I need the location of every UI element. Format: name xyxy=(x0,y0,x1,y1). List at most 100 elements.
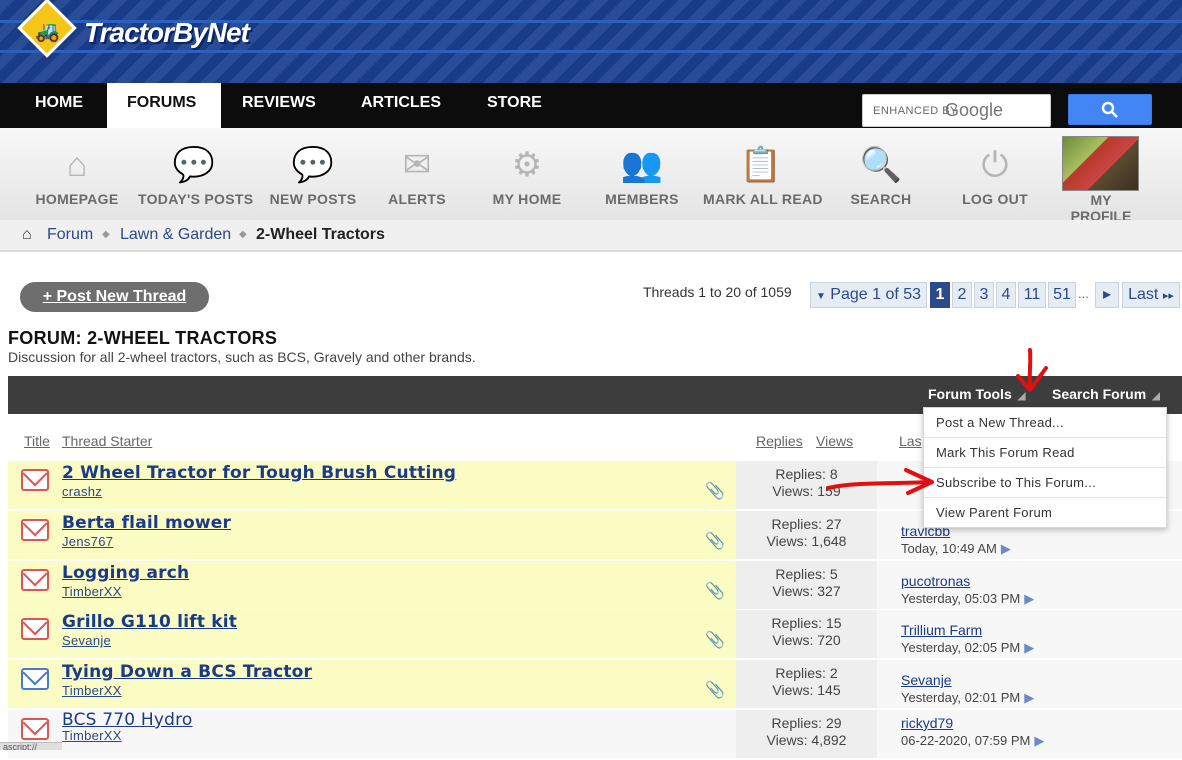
menu-item-subscribe[interactable]: Subscribe to This Forum... xyxy=(924,468,1166,498)
speech-bubbles-icon: 💬 xyxy=(172,146,216,184)
last-post-time: Yesterday, 02:05 PM xyxy=(901,640,1021,655)
search-input[interactable]: ENHANCED BY Google xyxy=(862,94,1051,127)
iconbar-label: MEMBERS xyxy=(605,191,679,207)
go-to-last-post-icon[interactable]: ▶ xyxy=(1024,690,1034,705)
thread-title-link[interactable]: 2 Wheel Tractor for Tough Brush Cutting xyxy=(62,463,456,483)
replies-count: Replies: 2 xyxy=(775,665,838,681)
last-page-button[interactable]: Last ▸▸ xyxy=(1122,282,1180,308)
column-views[interactable]: Views xyxy=(816,433,853,449)
iconbar-label: MARK ALL READ xyxy=(703,191,823,207)
search-forum-button[interactable]: Search Forum ◢ xyxy=(1052,386,1160,402)
last-post-time: 06-22-2020, 07:59 PM xyxy=(901,733,1031,748)
menu-item-mark-forum-read[interactable]: Mark This Forum Read xyxy=(924,438,1166,468)
thread-starter-link[interactable]: TimberXX xyxy=(62,683,122,698)
iconbar-homepage[interactable]: ⌂ HOMEPAGE xyxy=(32,128,122,220)
thread-starter-link[interactable]: TimberXX xyxy=(62,728,122,743)
site-banner: 🚜 TractorByNet xyxy=(0,0,1182,83)
menu-item-view-parent-forum[interactable]: View Parent Forum xyxy=(924,498,1166,528)
iconbar-label: NEW POSTS xyxy=(269,191,357,207)
iconbar-label: MY HOME xyxy=(492,191,562,207)
views-count: Views: 327 xyxy=(772,583,841,599)
nav-store[interactable]: STORE xyxy=(467,83,562,128)
page-3[interactable]: 3 xyxy=(974,282,994,308)
thread-title-link[interactable]: Logging arch xyxy=(62,563,189,583)
go-to-last-post-icon[interactable]: ▶ xyxy=(1024,640,1034,655)
breadcrumb-separator-icon: ◆ xyxy=(239,229,247,240)
page-51[interactable]: 51 xyxy=(1048,282,1076,308)
page-jump-dropdown[interactable]: ▼ Page 1 of 53 xyxy=(810,282,927,308)
double-chevron-right-icon: ▸▸ xyxy=(1162,290,1174,302)
table-row: Grillo G110 lift kit Sevanje 📎 Replies: … xyxy=(8,610,1182,660)
envelope-blue-icon xyxy=(21,668,49,690)
envelope-red-icon xyxy=(21,519,49,541)
iconbar-members[interactable]: 👥 MEMBERS xyxy=(597,128,687,220)
magnifier-icon: 🔍 xyxy=(859,146,903,184)
iconbar-label: ALERTS xyxy=(388,191,446,207)
caret-icon: ◢ xyxy=(1152,391,1160,402)
forum-tools-button[interactable]: Forum Tools ◢ xyxy=(928,386,1025,402)
replies-count: Replies: 15 xyxy=(771,615,842,631)
breadcrumb-lawn-garden[interactable]: Lawn & Garden xyxy=(120,226,231,244)
home-icon[interactable]: ⌂ xyxy=(22,226,32,244)
post-new-thread-button[interactable]: + Post New Thread xyxy=(20,282,209,312)
envelope-red-icon xyxy=(21,469,49,491)
thread-title-link[interactable]: Berta flail mower xyxy=(62,513,231,533)
paperclip-icon: 📎 xyxy=(705,632,725,649)
table-row: Tying Down a BCS Tractor TimberXX 📎 Repl… xyxy=(8,660,1182,710)
nav-forums[interactable]: FORUMS xyxy=(107,83,221,128)
search-button[interactable] xyxy=(1068,94,1152,125)
checklist-icon: 📋 xyxy=(739,146,783,184)
views-count: Views: 4,892 xyxy=(766,732,847,748)
page-11[interactable]: 11 xyxy=(1018,282,1046,308)
iconbar-new-posts[interactable]: 💬 NEW POSTS xyxy=(268,128,358,220)
column-thread-starter[interactable]: Thread Starter xyxy=(62,433,152,449)
last-post-user[interactable]: pucotronas xyxy=(901,573,970,589)
page-label: Page 1 of 53 xyxy=(830,286,922,303)
thread-title-link[interactable]: BCS 770 Hydro xyxy=(62,710,193,730)
last-post-time: Yesterday, 05:03 PM xyxy=(901,591,1021,606)
google-label: Google xyxy=(945,100,1004,120)
next-page-button[interactable]: ▸ xyxy=(1095,282,1119,308)
last-post-user[interactable]: rickyd79 xyxy=(901,715,953,731)
thread-starter-link[interactable]: crashz xyxy=(62,484,102,499)
go-to-last-post-icon[interactable]: ▶ xyxy=(1034,733,1044,748)
paperclip-icon: 📎 xyxy=(705,483,725,500)
page-4[interactable]: 4 xyxy=(996,282,1016,308)
go-to-last-post-icon[interactable]: ▶ xyxy=(1024,591,1034,606)
thread-starter-link[interactable]: Sevanje xyxy=(62,633,111,648)
iconbar-alerts[interactable]: ✉ ALERTS xyxy=(372,128,462,220)
site-logo[interactable]: 🚜 TractorByNet xyxy=(17,0,290,63)
column-last-post[interactable]: Las xyxy=(899,433,922,449)
iconbar-my-home[interactable]: ⚙ MY HOME xyxy=(482,128,572,220)
last-post-time: Today, 10:49 AM xyxy=(901,541,997,556)
nav-home[interactable]: HOME xyxy=(15,83,103,128)
thread-starter-link[interactable]: Jens767 xyxy=(62,534,113,549)
go-to-last-post-icon[interactable]: ▶ xyxy=(1001,541,1011,556)
iconbar-search[interactable]: 🔍 SEARCH xyxy=(838,128,924,220)
forum-tools-label: Forum Tools xyxy=(928,386,1012,402)
iconbar-todays-posts[interactable]: 💬 TODAY'S POSTS xyxy=(138,128,253,220)
page-2[interactable]: 2 xyxy=(952,282,972,308)
page-1[interactable]: 1 xyxy=(930,282,950,308)
iconbar-log-out[interactable]: ⏻ LOG OUT xyxy=(952,128,1038,220)
annotation-arrow-right-icon xyxy=(826,468,934,495)
breadcrumb-forum[interactable]: Forum xyxy=(47,226,93,244)
column-replies[interactable]: Replies xyxy=(756,433,803,449)
column-title[interactable]: Title xyxy=(24,433,50,449)
thread-starter-link[interactable]: TimberXX xyxy=(62,584,122,599)
last-post-user[interactable]: Trillium Farm xyxy=(901,622,982,638)
iconbar-mark-all-read[interactable]: 📋 MARK ALL READ xyxy=(703,128,823,220)
iconbar-label: HOMEPAGE xyxy=(35,191,119,207)
views-count: Views: 720 xyxy=(772,632,841,648)
tractor-icon: 🚜 xyxy=(35,21,60,43)
paperclip-icon: 📎 xyxy=(705,682,725,699)
nav-reviews[interactable]: REVIEWS xyxy=(222,83,336,128)
envelope-icon: ✉ xyxy=(402,146,432,184)
thread-title-link[interactable]: Tying Down a BCS Tractor xyxy=(62,662,312,682)
avatar[interactable] xyxy=(1062,136,1139,191)
nav-articles[interactable]: ARTICLES xyxy=(341,83,461,128)
last-post-user[interactable]: Sevanje xyxy=(901,672,952,688)
thread-count: Threads 1 to 20 of 1059 xyxy=(643,284,792,300)
menu-item-post-new-thread[interactable]: Post a New Thread... xyxy=(924,408,1166,438)
thread-title-link[interactable]: Grillo G110 lift kit xyxy=(62,612,237,632)
